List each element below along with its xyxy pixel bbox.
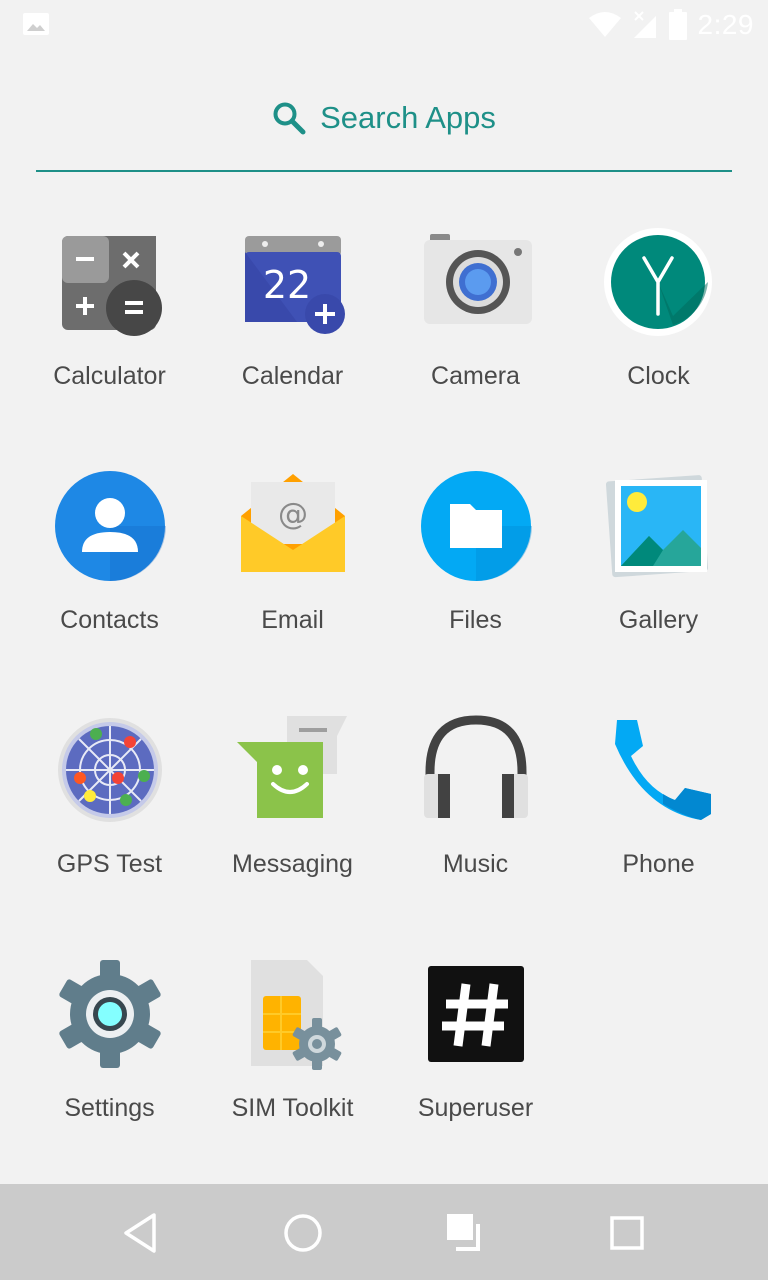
status-bar: 2:29 <box>0 0 768 50</box>
messaging-icon <box>237 716 347 818</box>
app-label: SIM Toolkit <box>231 1094 354 1122</box>
app-files[interactable]: Files <box>384 470 567 690</box>
settings-gear-icon <box>59 960 161 1068</box>
search-apps-bar[interactable]: Search Apps <box>36 88 732 172</box>
app-label: Calculator <box>53 362 166 390</box>
app-label: Files <box>449 606 502 634</box>
battery-icon <box>668 9 687 40</box>
headphones-icon <box>424 715 528 818</box>
clock-icon <box>604 228 712 336</box>
app-camera[interactable]: Camera <box>384 226 567 446</box>
app-contacts[interactable]: Contacts <box>18 470 201 690</box>
app-label: Clock <box>627 362 690 390</box>
superuser-hash-icon <box>428 966 524 1062</box>
app-label: Phone <box>622 850 695 878</box>
app-label: Email <box>261 606 324 634</box>
svg-text:22: 22 <box>263 263 311 307</box>
wifi-icon <box>588 12 621 37</box>
camera-icon <box>424 234 532 324</box>
gallery-icon <box>605 475 709 578</box>
sim-card-icon <box>251 960 342 1070</box>
contacts-icon <box>55 471 166 582</box>
recents-icon[interactable] <box>602 1208 652 1258</box>
signal-icon <box>633 11 656 38</box>
app-music[interactable]: Music <box>384 714 567 934</box>
files-icon <box>421 471 532 582</box>
svg-text:@: @ <box>278 497 308 532</box>
app-settings[interactable]: Settings <box>18 958 201 1178</box>
app-gps-test[interactable]: GPS Test <box>18 714 201 934</box>
app-superuser[interactable]: Superuser <box>384 958 567 1178</box>
app-label: GPS Test <box>56 850 163 878</box>
phone-icon <box>615 720 711 820</box>
app-label: Calendar <box>241 362 344 390</box>
app-messaging[interactable]: Messaging <box>201 714 384 934</box>
search-label: Search Apps <box>320 100 496 135</box>
search-icon <box>273 102 306 135</box>
app-gallery[interactable]: Gallery <box>567 470 750 690</box>
email-icon: @ <box>241 474 345 572</box>
app-label: Settings <box>64 1094 155 1122</box>
app-calculator[interactable]: Calculator <box>18 226 201 446</box>
app-sim-toolkit[interactable]: SIM Toolkit <box>201 958 384 1178</box>
app-phone[interactable]: Phone <box>567 714 750 934</box>
back-icon[interactable] <box>116 1208 166 1258</box>
app-label: Gallery <box>618 606 699 634</box>
app-email[interactable]: @ Email <box>201 470 384 690</box>
calculator-icon <box>62 236 162 336</box>
app-label: Camera <box>431 362 520 390</box>
app-label: Contacts <box>60 606 159 634</box>
app-label: Messaging <box>232 850 353 878</box>
navigation-bar <box>0 1184 768 1280</box>
app-calendar[interactable]: 22 Calendar <box>201 226 384 446</box>
app-label: Music <box>442 850 509 878</box>
image-notification-icon <box>23 13 49 35</box>
app-label: Superuser <box>417 1094 534 1122</box>
home-icon[interactable] <box>278 1208 328 1258</box>
app-clock[interactable]: Clock <box>567 226 750 446</box>
drag-icon[interactable] <box>440 1208 490 1258</box>
calendar-icon: 22 <box>245 236 345 334</box>
gps-radar-icon <box>58 718 162 822</box>
status-time: 2:29 <box>697 9 754 40</box>
